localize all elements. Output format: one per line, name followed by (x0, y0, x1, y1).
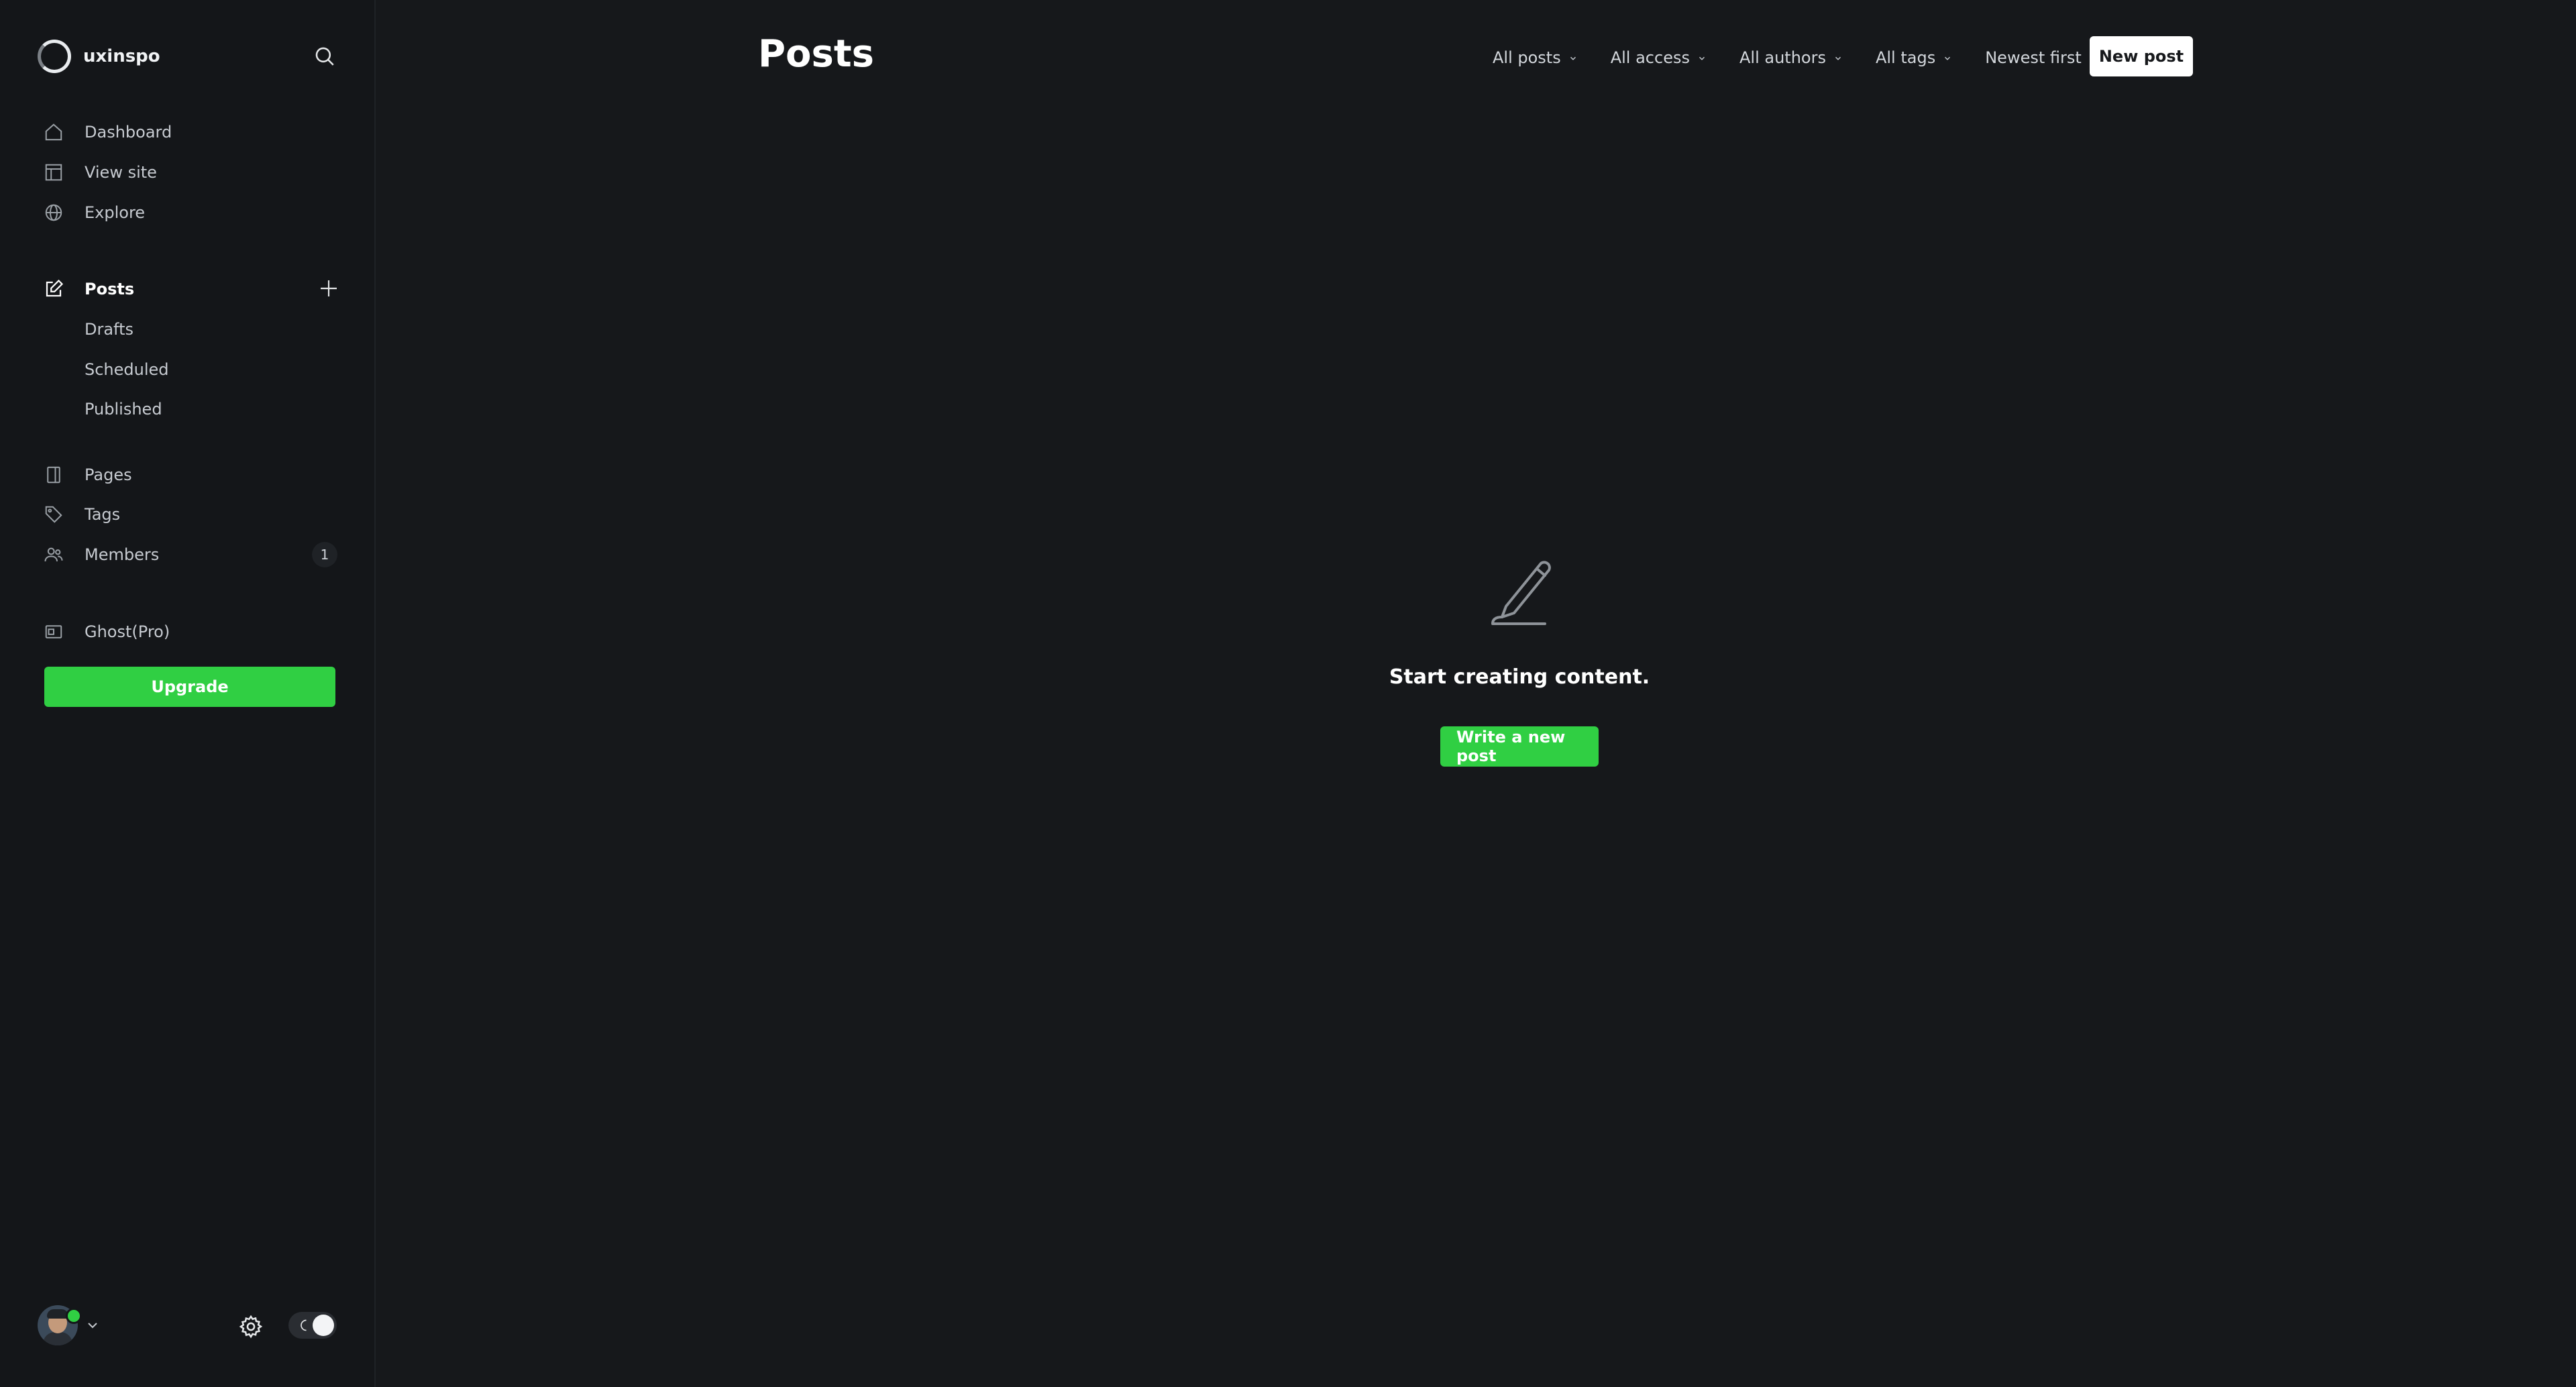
home-icon (43, 121, 64, 143)
credit-card-icon (43, 621, 64, 643)
members-icon (43, 544, 64, 565)
sidebar-item-members[interactable]: Members (43, 540, 159, 569)
sidebar-item-pages[interactable]: Pages (43, 460, 132, 490)
filter-label: All tags (1875, 48, 1936, 67)
filter-all-posts[interactable]: All posts (1493, 43, 1578, 72)
toggle-knob (313, 1315, 334, 1336)
sidebar-item-drafts[interactable]: Drafts (85, 316, 133, 343)
sidebar-item-label: Members (85, 545, 160, 564)
edit-icon (43, 278, 64, 300)
empty-state: Start creating content. Write a new post (1184, 550, 1855, 767)
empty-state-title: Start creating content. (1389, 665, 1650, 689)
page-icon (43, 464, 64, 486)
brand[interactable]: uxinspo (38, 38, 160, 75)
filter-all-tags[interactable]: All tags (1876, 43, 1953, 72)
sidebar-item-label: Pages (85, 465, 132, 484)
filter-label: All access (1610, 48, 1690, 67)
sidebar-item-published[interactable]: Published (85, 396, 162, 423)
chevron-down-icon (1697, 53, 1707, 64)
sidebar-item-explore[interactable]: Explore (43, 198, 145, 227)
sidebar-item-tags[interactable]: Tags (43, 500, 120, 529)
filter-label: All authors (1739, 48, 1826, 67)
sidebar-item-label: Tags (85, 505, 121, 524)
chevron-down-icon (1833, 53, 1843, 64)
filter-label: Newest first (1985, 48, 2082, 67)
chevron-down-icon (1942, 53, 1953, 64)
sidebar-item-ghost-pro[interactable]: Ghost(Pro) (43, 617, 170, 647)
layout-icon (43, 162, 64, 183)
search-icon[interactable] (309, 40, 341, 72)
brand-name: uxinspo (83, 46, 160, 66)
upgrade-button[interactable]: Upgrade (44, 667, 335, 707)
members-count-badge: 1 (312, 542, 337, 567)
main-content: Posts All posts All access All authors A… (376, 0, 2576, 1387)
sidebar-item-label: View site (85, 163, 157, 182)
sidebar-item-label: Posts (85, 280, 135, 298)
sidebar-item-posts[interactable]: Posts (43, 274, 134, 304)
sidebar-item-dashboard[interactable]: Dashboard (43, 117, 172, 147)
sidebar-item-scheduled[interactable]: Scheduled (85, 356, 169, 383)
filter-bar: All posts All access All authors All tag… (1493, 43, 2099, 72)
chevron-down-icon (83, 1316, 102, 1335)
page-title: Posts (758, 32, 874, 76)
sidebar-item-label: Explore (85, 203, 146, 222)
moon-icon (297, 1317, 313, 1333)
online-status-dot (66, 1308, 82, 1324)
add-post-icon[interactable] (315, 275, 342, 302)
write-new-post-button[interactable]: Write a new post (1440, 726, 1599, 767)
chevron-down-icon (1568, 53, 1578, 64)
filter-all-access[interactable]: All access (1611, 43, 1707, 72)
filter-label: All posts (1493, 48, 1561, 67)
pencil-icon (1491, 561, 1551, 625)
filter-all-authors[interactable]: All authors (1739, 43, 1843, 72)
filter-sort-order[interactable]: Newest first (1985, 43, 2099, 72)
sidebar-item-label: Ghost(Pro) (85, 622, 170, 641)
gear-icon[interactable] (236, 1312, 266, 1341)
sidebar-item-label: Dashboard (85, 123, 172, 142)
globe-icon (43, 202, 64, 223)
tag-icon (43, 504, 64, 525)
sidebar: uxinspo Dashboard View site Explore Post… (0, 0, 376, 1387)
dark-mode-toggle[interactable] (288, 1312, 337, 1339)
sidebar-item-view-site[interactable]: View site (43, 158, 157, 187)
new-post-button[interactable]: New post (2090, 36, 2193, 76)
brand-logo (38, 40, 71, 73)
